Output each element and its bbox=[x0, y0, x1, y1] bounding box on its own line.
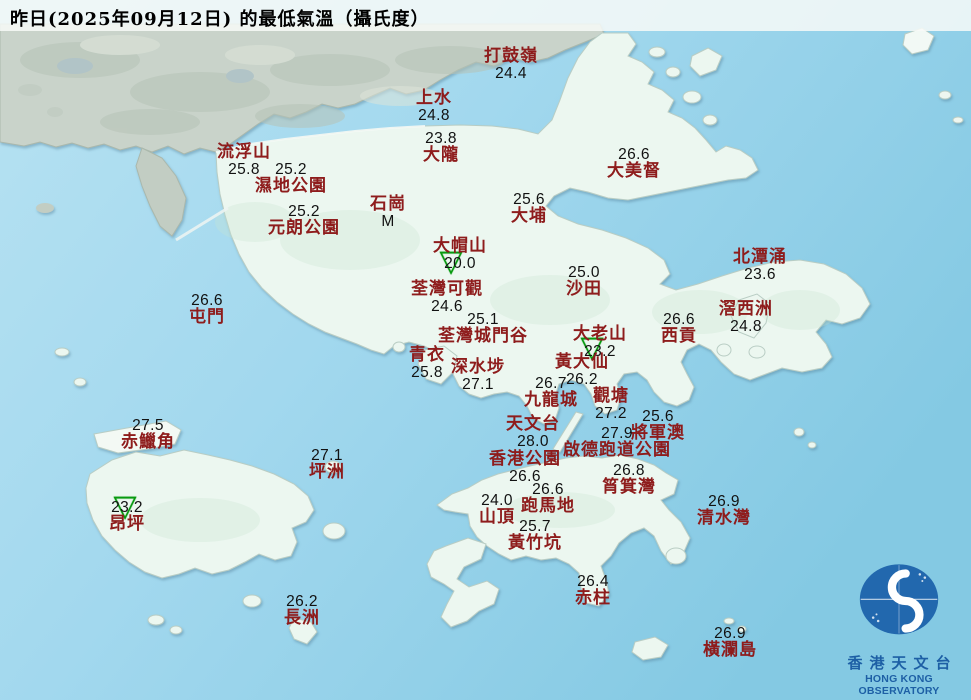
station-name: 黃大仙 bbox=[555, 352, 609, 372]
station-label: 26.6 跑馬地 bbox=[521, 482, 575, 515]
station-name: 天文台 bbox=[506, 414, 560, 434]
station-name: 筲箕灣 bbox=[602, 476, 656, 497]
station-name: 赤鱲角 bbox=[121, 431, 175, 452]
station-label: 25.2 濕地公園 bbox=[255, 162, 327, 195]
map-title: 昨日(2025年09月12日) 的最低氣溫（攝氏度） bbox=[10, 9, 430, 30]
station-name: 荃灣可觀 bbox=[411, 279, 483, 299]
station-label: 26.6 大美督 bbox=[607, 147, 661, 180]
station-name: 橫瀾島 bbox=[703, 639, 757, 660]
hko-logo-chinese: 香港天文台 bbox=[847, 654, 958, 672]
station-label: 深水埗 27.1 bbox=[451, 357, 505, 393]
station-value: 28.0 bbox=[517, 432, 549, 450]
station-label: 26.6 西貢 bbox=[661, 312, 697, 345]
station-value: 27.2 bbox=[595, 404, 627, 422]
station-name: 大埔 bbox=[511, 205, 547, 226]
station-label: 25.6 大埔 bbox=[511, 192, 547, 225]
station-name: 打鼓嶺 bbox=[484, 46, 538, 66]
hko-logo-english: HONG KONG OBSERVATORY bbox=[858, 673, 940, 697]
station-label: 23.8 大隴 bbox=[423, 131, 459, 164]
hko-logo: 香港天文台 HONG KONG OBSERVATORY bbox=[829, 555, 969, 697]
station-name: 清水灣 bbox=[697, 507, 751, 528]
station-label: 觀塘 27.2 bbox=[593, 386, 629, 422]
station-name: 觀塘 bbox=[593, 386, 629, 406]
station-label: 大帽山 20.0 bbox=[433, 236, 487, 272]
station-label: 26.7 九龍城 bbox=[524, 376, 578, 409]
station-value: 24.4 bbox=[495, 64, 527, 82]
station-name: 青衣 bbox=[409, 345, 445, 365]
station-name: 赤柱 bbox=[575, 587, 611, 608]
station-name: 流浮山 bbox=[217, 142, 271, 162]
station-value: 27.1 bbox=[462, 375, 494, 393]
station-name: 北潭涌 bbox=[733, 247, 787, 267]
station-name: 跑馬地 bbox=[521, 495, 575, 516]
station-label: 北潭涌 23.6 bbox=[733, 247, 787, 283]
station-name: 元朗公園 bbox=[268, 217, 340, 238]
station-name: 大隴 bbox=[423, 144, 459, 165]
station-value: 24.8 bbox=[418, 106, 450, 124]
station-label: 25.7 黃竹坑 bbox=[508, 519, 562, 552]
station-name: 沙田 bbox=[566, 278, 602, 299]
station-value: 20.0 bbox=[444, 254, 476, 272]
station-name: 香港公園 bbox=[489, 449, 561, 469]
hko-logo-icon bbox=[859, 564, 939, 635]
station-value: M bbox=[381, 212, 395, 230]
station-label: 23.2 昂坪 bbox=[109, 500, 145, 533]
station-label: 香港公園 26.6 bbox=[489, 449, 561, 484]
station-name: 昂坪 bbox=[109, 513, 145, 534]
station-label: 25.1 荃灣城門谷 bbox=[438, 312, 528, 345]
station-label: 打鼓嶺 24.4 bbox=[484, 46, 538, 82]
station-value: 23.6 bbox=[744, 265, 776, 283]
station-label: 27.1 坪洲 bbox=[309, 448, 345, 481]
station-label: 石崗 M bbox=[370, 194, 406, 230]
station-label: 荃灣可觀 24.6 bbox=[411, 279, 483, 314]
station-value: 24.8 bbox=[730, 317, 762, 335]
station-name: 黃竹坑 bbox=[508, 532, 562, 553]
station-name: 滘西洲 bbox=[719, 299, 773, 319]
station-name: 九龍城 bbox=[524, 389, 578, 410]
station-label: 天文台 28.0 bbox=[506, 414, 560, 450]
station-name: 屯門 bbox=[189, 306, 225, 327]
station-value: 25.8 bbox=[411, 363, 443, 381]
station-name: 濕地公園 bbox=[255, 175, 327, 196]
station-label: 27.9 啟德跑道公園 bbox=[563, 426, 671, 459]
station-label: 滘西洲 24.8 bbox=[719, 299, 773, 335]
hong-kong-map bbox=[0, 0, 971, 700]
station-label: 26.9 清水灣 bbox=[697, 494, 751, 527]
station-name: 石崗 bbox=[370, 194, 406, 214]
station-label: 27.5 赤鱲角 bbox=[121, 418, 175, 451]
station-name: 深水埗 bbox=[451, 357, 505, 377]
station-name: 上水 bbox=[416, 88, 452, 108]
station-name: 啟德跑道公園 bbox=[563, 439, 671, 460]
station-name: 大老山 bbox=[573, 324, 627, 344]
station-label: 上水 24.8 bbox=[416, 88, 452, 124]
station-label: 26.6 屯門 bbox=[189, 293, 225, 326]
hko-min-temp-map: 昨日(2025年09月12日) 的最低氣溫（攝氏度） 打鼓嶺 24.4 上水 24.8… bbox=[0, 0, 971, 700]
station-name: 荃灣城門谷 bbox=[438, 325, 528, 346]
station-name: 大美督 bbox=[607, 160, 661, 181]
station-label: 26.2 長洲 bbox=[284, 594, 320, 627]
station-label: 26.9 橫瀾島 bbox=[703, 626, 757, 659]
station-name: 大帽山 bbox=[433, 236, 487, 256]
station-label: 26.8 筲箕灣 bbox=[602, 463, 656, 496]
station-name: 長洲 bbox=[284, 607, 320, 628]
station-label: 26.4 赤柱 bbox=[575, 574, 611, 607]
station-name: 西貢 bbox=[661, 325, 697, 346]
station-name: 坪洲 bbox=[309, 461, 345, 482]
station-label: 25.0 沙田 bbox=[566, 265, 602, 298]
station-label: 青衣 25.8 bbox=[409, 345, 445, 381]
station-label: 25.2 元朗公園 bbox=[268, 204, 340, 237]
